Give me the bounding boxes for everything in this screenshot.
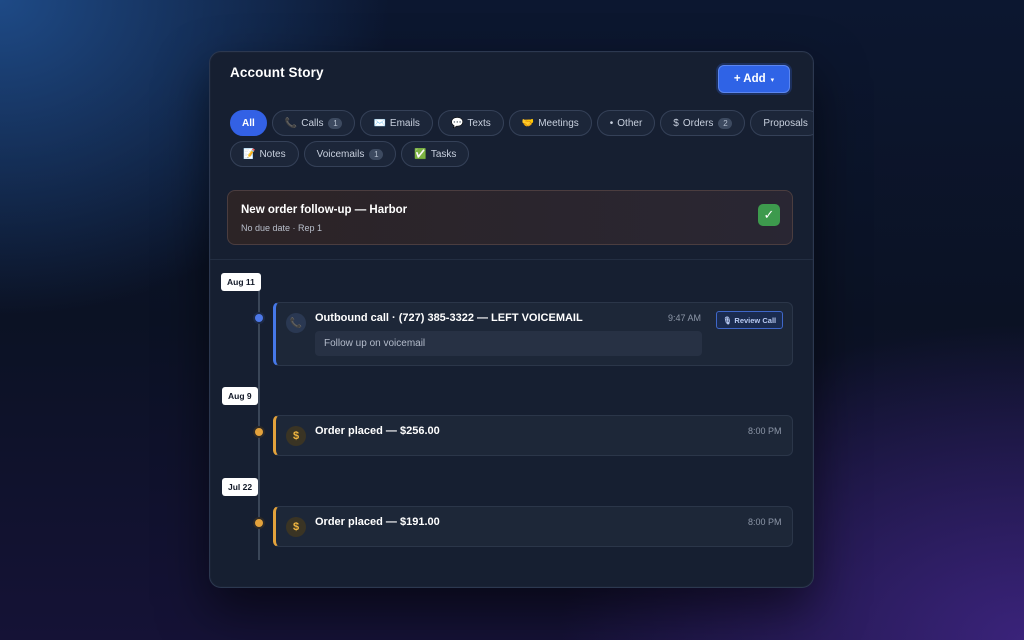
microphone-icon: 🎙 bbox=[722, 315, 733, 325]
date-label: Aug 9 bbox=[222, 387, 258, 405]
timeline-event-order[interactable]: $ Order placed — $256.00 8:00 PM bbox=[273, 415, 793, 456]
filter-chip-meetings[interactable]: 🤝 Meetings bbox=[508, 110, 592, 136]
timeline-dot bbox=[255, 428, 263, 436]
date-label: Aug 11 bbox=[221, 273, 261, 291]
filter-chip-proposals[interactable]: Proposals bbox=[750, 110, 813, 136]
speech-bubble-icon: 💬 bbox=[450, 117, 464, 129]
task-card[interactable]: New order follow-up — Harbor No due date… bbox=[227, 190, 793, 245]
review-call-button[interactable]: 🎙 Review Call bbox=[716, 311, 783, 329]
divider bbox=[210, 259, 813, 260]
filter-chips: All 📞 Calls 1 ✉️ Emails 💬 Texts 🤝 Meetin… bbox=[230, 110, 813, 172]
filter-row-2: 📝 Notes Voicemails 1 ✅ Tasks bbox=[230, 141, 800, 167]
filter-chip-label: Tasks bbox=[430, 148, 457, 160]
filter-chip-label: Orders bbox=[682, 117, 714, 129]
envelope-icon: ✉️ bbox=[373, 117, 386, 129]
filter-chip-calls[interactable]: 📞 Calls 1 bbox=[271, 110, 356, 136]
count-badge: 1 bbox=[369, 148, 384, 160]
filter-chip-label: Voicemails bbox=[316, 148, 365, 160]
check-icon: ✓ bbox=[763, 207, 775, 222]
task-subtitle: No due date · Rep 1 bbox=[241, 223, 323, 233]
timeline-dot bbox=[255, 519, 263, 527]
task-title: New order follow-up — Harbor bbox=[241, 204, 408, 216]
timeline-dot bbox=[255, 314, 263, 322]
phone-icon: 📞 bbox=[286, 313, 306, 333]
event-time: 8:00 PM bbox=[748, 517, 782, 527]
dollar-icon: $ bbox=[673, 117, 679, 129]
check-mark-icon: ✅ bbox=[414, 148, 427, 160]
filter-chip-texts[interactable]: 💬 Texts bbox=[437, 110, 504, 136]
filter-chip-emails[interactable]: ✉️ Emails bbox=[360, 110, 433, 136]
filter-chip-label: Emails bbox=[389, 117, 420, 129]
account-story-panel: Account Story + Add ▾ All 📞 Calls 1 ✉️ E… bbox=[209, 51, 814, 588]
dollar-icon: $ bbox=[286, 426, 306, 446]
chevron-down-icon: ▾ bbox=[770, 76, 775, 84]
phone-icon: 📞 bbox=[284, 117, 298, 129]
bullet-icon: • bbox=[609, 117, 614, 129]
dollar-icon: $ bbox=[286, 517, 306, 537]
filter-chip-label: All bbox=[242, 117, 255, 129]
filter-chip-label: Other bbox=[617, 117, 643, 129]
event-title: Order placed — $256.00 bbox=[315, 425, 440, 437]
filter-chip-voicemails[interactable]: Voicemails 1 bbox=[303, 141, 397, 167]
event-title: Outbound call · (727) 385-3322 — LEFT VO… bbox=[315, 312, 583, 324]
timeline-event-call[interactable]: 📞 Outbound call · (727) 385-3322 — LEFT … bbox=[273, 302, 793, 366]
event-title: Order placed — $191.00 bbox=[315, 516, 440, 528]
event-time: 9:47 AM bbox=[668, 313, 702, 323]
add-button[interactable]: + Add ▾ bbox=[718, 65, 790, 93]
filter-chip-all[interactable]: All bbox=[230, 110, 267, 136]
panel-title: Account Story bbox=[230, 65, 324, 80]
filter-chip-label: Calls bbox=[301, 117, 324, 129]
event-time: 8:00 PM bbox=[748, 426, 782, 436]
filter-chip-orders[interactable]: $ Orders 2 bbox=[660, 110, 746, 136]
add-button-label: + Add bbox=[733, 73, 766, 85]
filter-chip-notes[interactable]: 📝 Notes bbox=[230, 141, 299, 167]
complete-task-checkbox[interactable]: ✓ bbox=[758, 204, 780, 226]
timeline-event-order[interactable]: $ Order placed — $191.00 8:00 PM bbox=[273, 506, 793, 547]
count-badge: 1 bbox=[328, 117, 343, 129]
memo-icon: 📝 bbox=[243, 148, 256, 160]
filter-chip-label: Texts bbox=[467, 117, 491, 129]
review-call-label: Review Call bbox=[734, 315, 777, 325]
event-note: Follow up on voicemail bbox=[315, 331, 702, 356]
handshake-icon: 🤝 bbox=[521, 117, 535, 129]
filter-chip-label: Meetings bbox=[538, 117, 579, 129]
filter-chip-label: Notes bbox=[259, 148, 286, 160]
filter-chip-label: Proposals bbox=[763, 117, 808, 129]
filter-chip-other[interactable]: • Other bbox=[596, 110, 656, 136]
filter-chip-tasks[interactable]: ✅ Tasks bbox=[401, 141, 470, 167]
date-label: Jul 22 bbox=[222, 478, 259, 496]
filter-row-1: All 📞 Calls 1 ✉️ Emails 💬 Texts 🤝 Meetin… bbox=[230, 110, 813, 136]
count-badge: 2 bbox=[718, 117, 733, 129]
